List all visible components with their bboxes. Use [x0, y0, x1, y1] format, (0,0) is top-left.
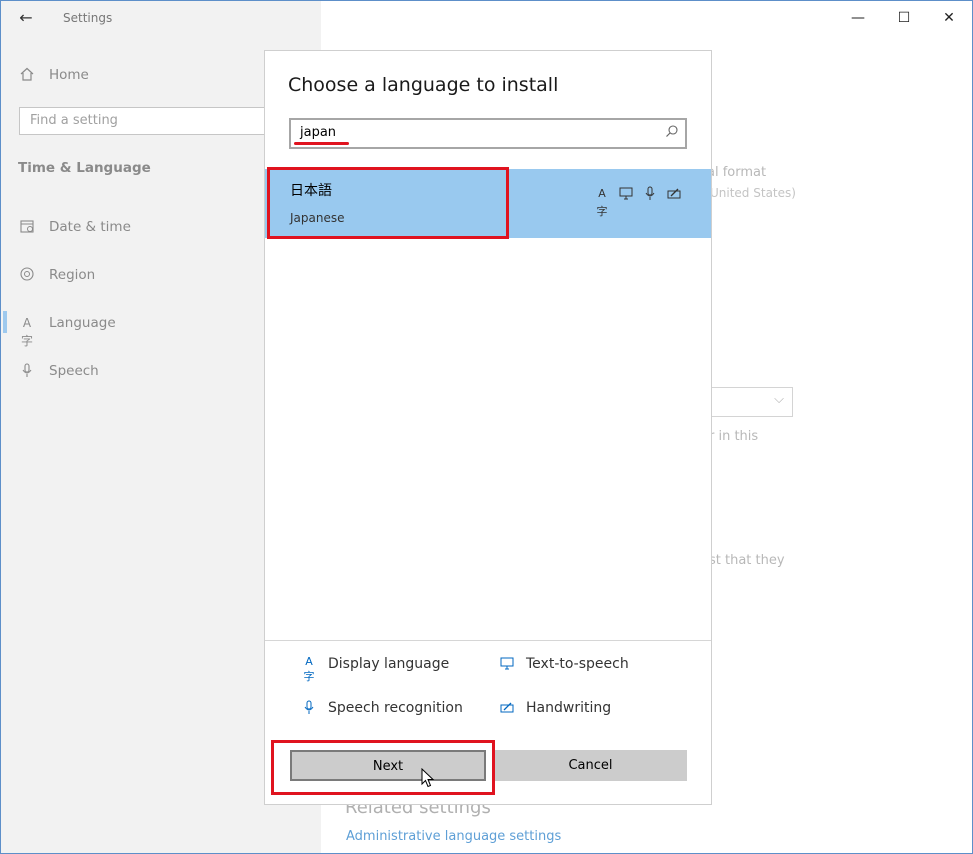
handwriting-icon: [498, 699, 516, 719]
bg-format-sub: United States): [710, 186, 796, 200]
section-title: Time & Language: [18, 160, 151, 176]
back-arrow-icon[interactable]: ←: [15, 7, 37, 29]
display-language-icon: A字: [303, 655, 315, 683]
microphone-icon: [18, 362, 36, 380]
highlight-box-next: [271, 740, 495, 795]
sidebar-item-label: Speech: [49, 363, 99, 379]
language-icon: A字: [20, 316, 33, 348]
settings-window: ← Settings Home Find a setting Time & La…: [0, 0, 973, 854]
legend-label: Display language: [328, 656, 450, 672]
feature-icons: A字: [593, 185, 683, 218]
sidebar-item-label: Language: [49, 315, 116, 331]
minimize-icon[interactable]: —: [840, 5, 876, 31]
microphone-icon: [641, 185, 659, 203]
sidebar-item-label: Region: [49, 267, 96, 283]
home-icon: [18, 66, 36, 84]
close-icon[interactable]: ✕: [931, 5, 967, 31]
bg-dropdown[interactable]: ⌵: [707, 387, 793, 417]
maximize-icon[interactable]: ☐: [886, 5, 922, 31]
search-underline-mark: [294, 142, 349, 145]
sidebar-item-label: Date & time: [49, 219, 131, 235]
bg-text-in-this: r in this: [709, 429, 759, 444]
text-to-speech-icon: [498, 655, 516, 675]
cancel-button[interactable]: Cancel: [494, 750, 687, 781]
calendar-icon: [18, 218, 36, 236]
mouse-cursor-icon: [421, 767, 435, 788]
find-setting-input[interactable]: Find a setting: [19, 107, 279, 135]
handwriting-icon: [665, 185, 683, 203]
app-title: Settings: [63, 11, 113, 25]
dialog-title: Choose a language to install: [288, 74, 559, 96]
highlight-box-language: [267, 167, 509, 239]
search-value: japan: [300, 125, 337, 140]
microphone-icon: [300, 699, 318, 719]
chevron-down-icon: ⌵: [774, 392, 784, 407]
legend-label: Handwriting: [526, 700, 612, 716]
legend-label: Text-to-speech: [526, 656, 629, 672]
legend-label: Speech recognition: [328, 700, 463, 716]
sidebar-item-label: Home: [49, 67, 89, 83]
display-language-icon: A字: [596, 187, 608, 218]
dialog-divider: [265, 640, 711, 641]
admin-language-link[interactable]: Administrative language settings: [346, 829, 561, 844]
globe-icon: [18, 266, 36, 284]
choose-language-dialog: Choose a language to install japan 日本語 J…: [264, 50, 712, 805]
search-icon: [665, 124, 679, 142]
bg-text-that-they: st that they: [709, 553, 785, 568]
find-setting-placeholder: Find a setting: [30, 113, 118, 128]
text-to-speech-icon: [617, 185, 635, 203]
bg-format-text: al format: [707, 165, 767, 180]
